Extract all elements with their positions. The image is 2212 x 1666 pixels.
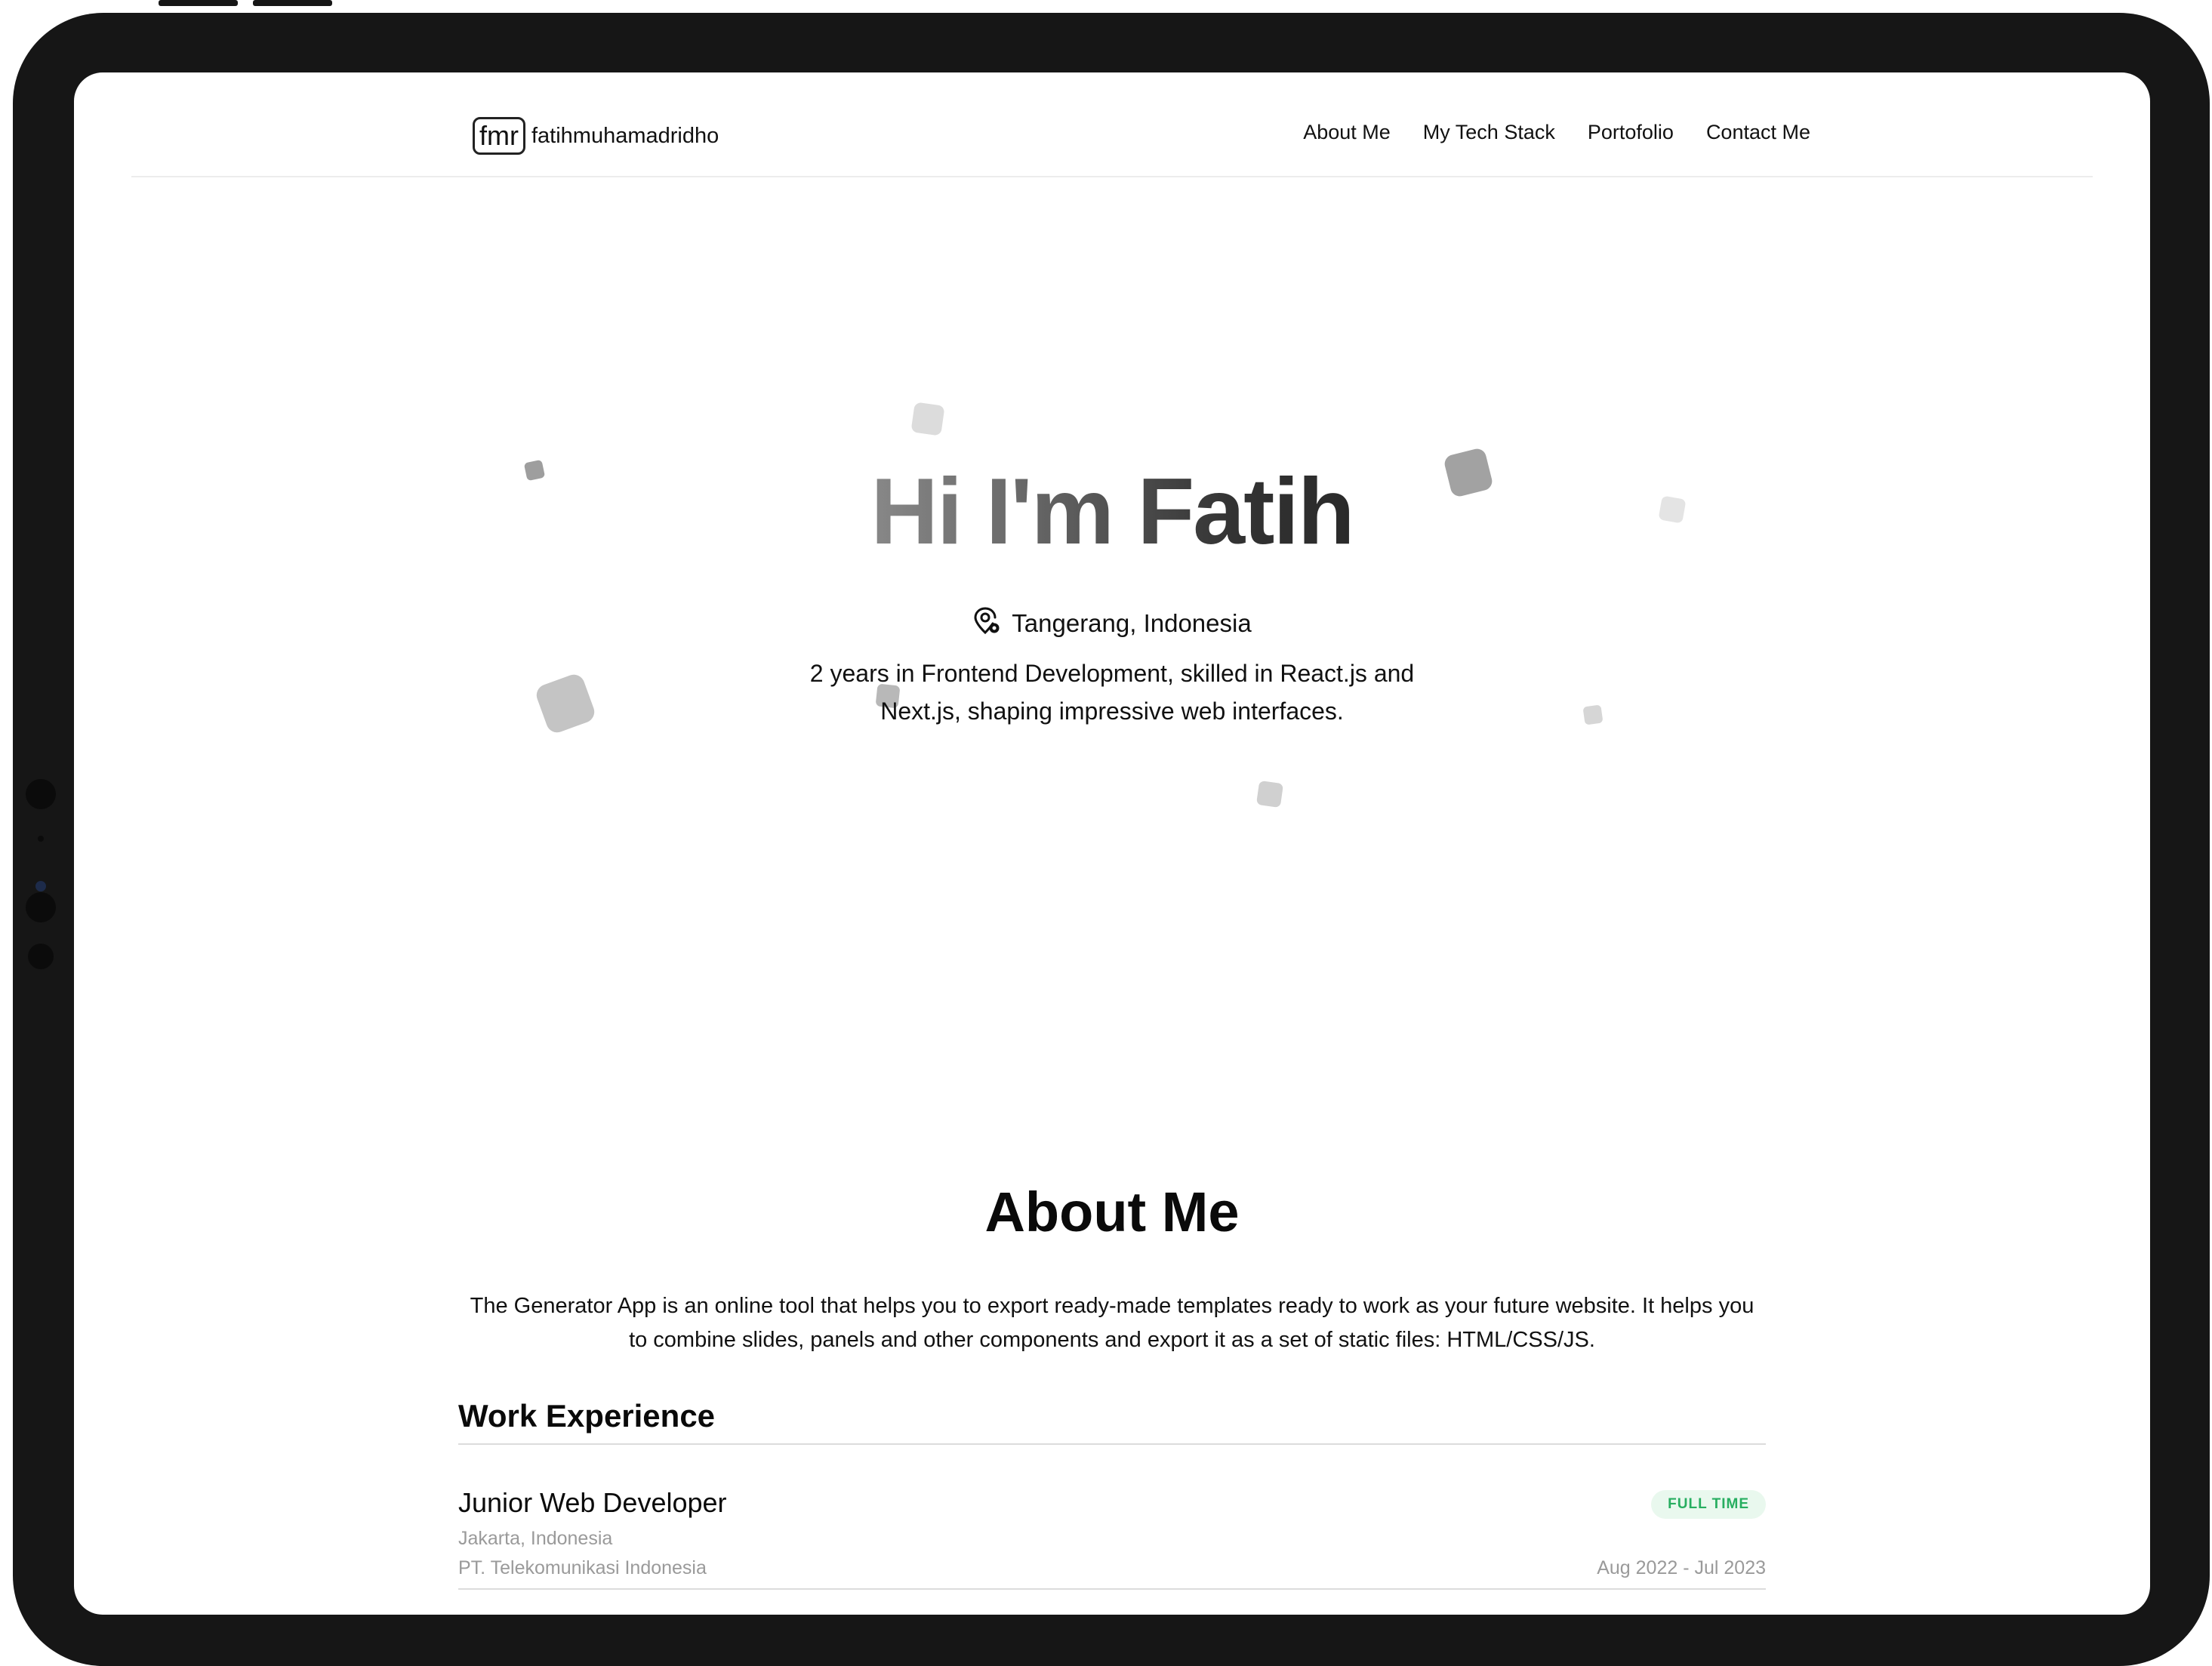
main-nav: About Me My Tech Stack Portofolio Contac…	[1303, 121, 1810, 144]
job-location: Jakarta, Indonesia	[458, 1528, 613, 1549]
logo-name: fatihmuhamadridho	[531, 123, 719, 148]
divider	[458, 1443, 1766, 1445]
divider	[458, 1588, 1766, 1590]
floating-cube	[533, 671, 598, 736]
job-title: Junior Web Developer	[458, 1487, 727, 1518]
nav-link-portofolio[interactable]: Portofolio	[1588, 121, 1674, 144]
sensor-dot	[35, 881, 46, 892]
sensor-dot	[38, 836, 44, 842]
map-pin-icon	[972, 606, 1001, 640]
side-button	[13, 119, 19, 209]
job-dates: Aug 2022 - Jul 2023	[1597, 1557, 1766, 1578]
hero-title: Hi I'm Fatih	[870, 460, 1354, 564]
camera-dot	[26, 779, 56, 809]
about-title: About Me	[984, 1181, 1240, 1243]
volume-button	[159, 0, 238, 6]
floating-cube	[1582, 704, 1604, 725]
floating-cube	[910, 402, 945, 436]
employment-type-badge: FULL TIME	[1651, 1490, 1766, 1519]
nav-link-about-me[interactable]: About Me	[1303, 121, 1391, 144]
hero-location: Tangerang, Indonesia	[74, 606, 2150, 640]
floating-cube	[1255, 780, 1284, 808]
sensor-dot	[28, 944, 54, 969]
job-company: PT. Telekomunikasi Indonesia	[458, 1557, 707, 1578]
nav-link-tech-stack[interactable]: My Tech Stack	[1423, 121, 1555, 144]
work-experience-title: Work Experience	[458, 1398, 716, 1433]
volume-button	[253, 0, 332, 6]
about-text: The Generator App is an online tool that…	[470, 1294, 1755, 1352]
camera-dot	[26, 892, 56, 922]
brand-logo[interactable]: fmr fatihmuhamadridho	[473, 117, 719, 155]
location-text: Tangerang, Indonesia	[1012, 608, 1252, 637]
logo-mark: fmr	[473, 117, 525, 155]
hero-description: 2 years in Frontend Development, skilled…	[809, 660, 1415, 725]
browser-screen: fmr fatihmuhamadridho About Me My Tech S…	[74, 72, 2150, 1615]
nav-link-contact-me[interactable]: Contact Me	[1706, 121, 1810, 144]
